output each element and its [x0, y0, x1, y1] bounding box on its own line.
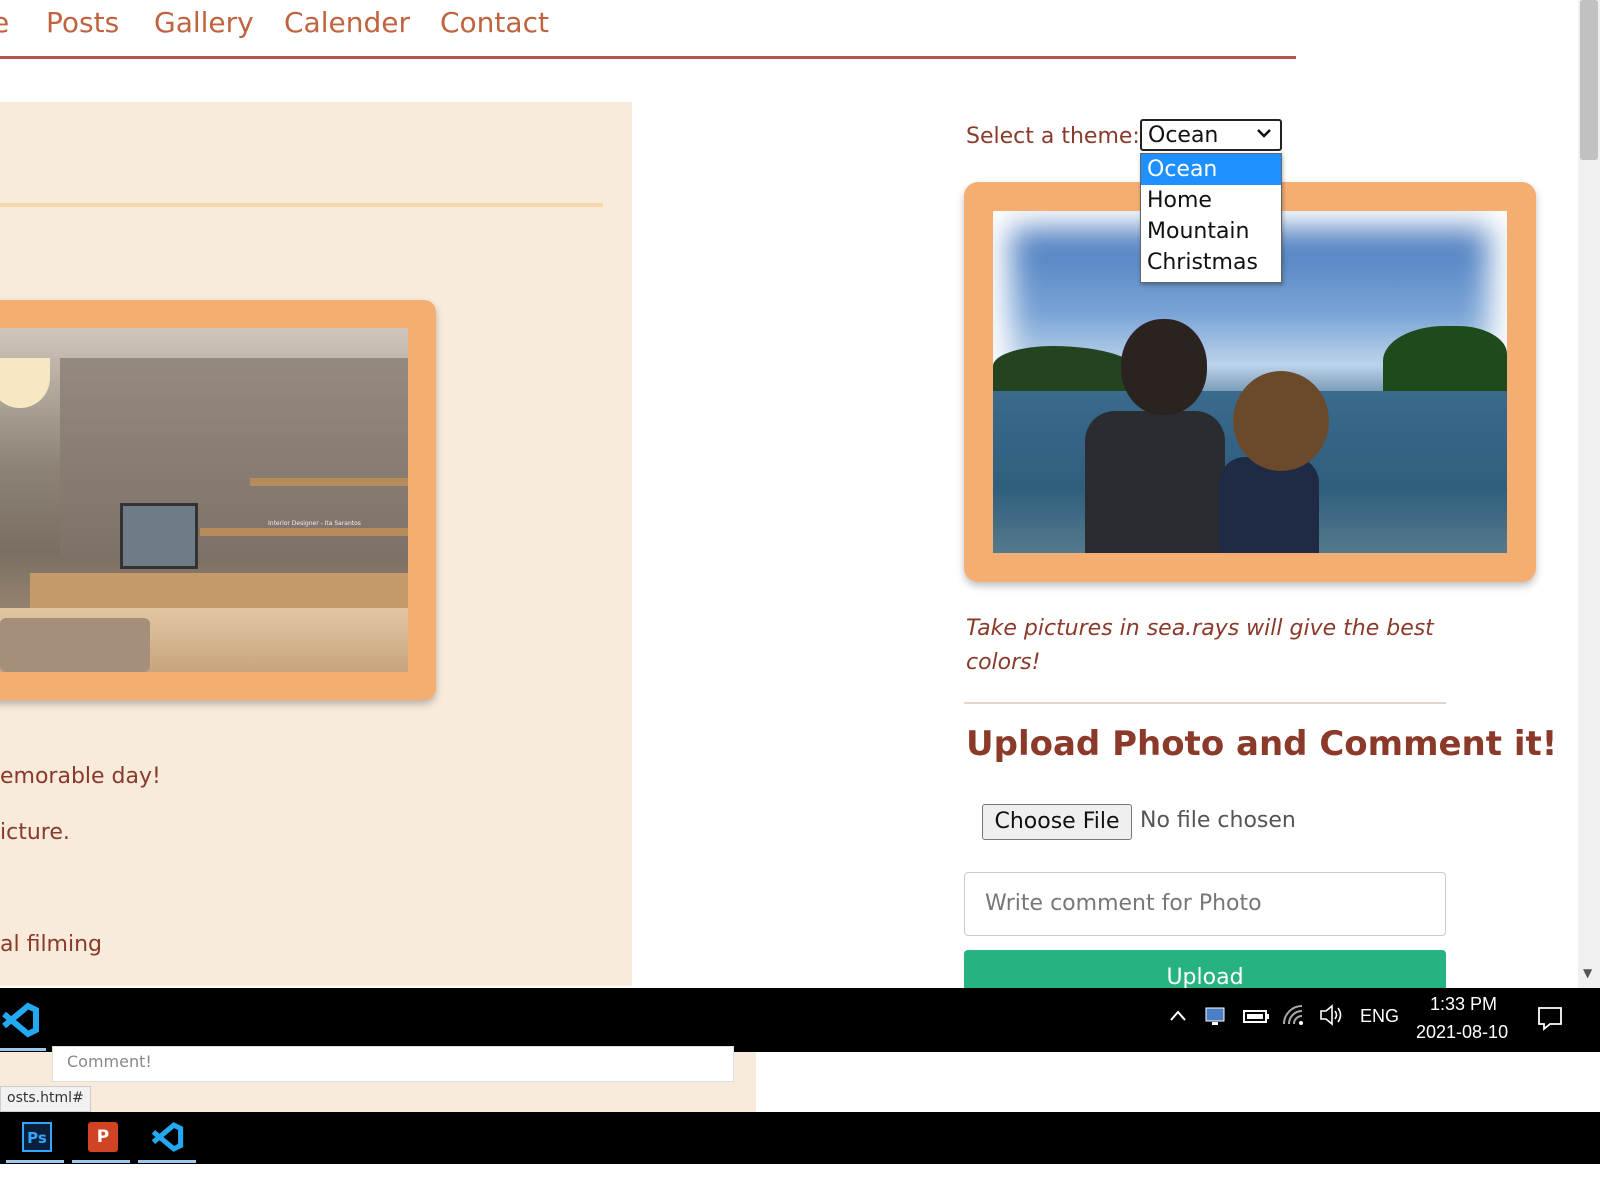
- scrollbar-thumb[interactable]: [1580, 0, 1598, 160]
- photo-overlay-text: Interior Designer - Ita Sarantos: [268, 520, 361, 527]
- photo-person-head: [1233, 371, 1329, 471]
- photoshop-icon[interactable]: Ps: [22, 1122, 52, 1152]
- photo-caption: Take pictures in sea.rays will give the …: [966, 616, 1434, 675]
- theme-option-home[interactable]: Home: [1141, 185, 1281, 216]
- theme-select-value: Ocean: [1148, 123, 1219, 148]
- comment-field[interactable]: Comment!: [52, 1046, 734, 1082]
- choose-file-button[interactable]: Choose File: [982, 804, 1132, 840]
- nav-contact-link[interactable]: Contact: [440, 6, 549, 39]
- notification-icon[interactable]: [1536, 1004, 1564, 1037]
- photo-trees: [1383, 326, 1507, 396]
- volume-icon[interactable]: [1318, 1002, 1344, 1033]
- upload-title: Upload Photo and Comment it!: [966, 724, 1558, 764]
- language-indicator[interactable]: ENG: [1360, 1006, 1399, 1027]
- theme-option-ocean[interactable]: Ocean: [1141, 154, 1281, 185]
- chevron-up-icon[interactable]: [1168, 1006, 1188, 1031]
- post-text-line: emorable day!: [0, 764, 161, 789]
- room-shelf: [250, 478, 408, 486]
- post-text-line: icture.: [0, 820, 70, 845]
- vscode-icon[interactable]: [150, 1120, 184, 1158]
- active-app-indicator: [72, 1160, 130, 1163]
- photo-person-head: [1121, 319, 1207, 415]
- nav-gallery-link[interactable]: Gallery: [154, 6, 254, 39]
- clock-time[interactable]: 1:33 PM: [1430, 994, 1497, 1015]
- nav-divider: [0, 56, 1296, 59]
- room-shelf: [200, 528, 408, 536]
- theme-label: Select a theme:: [966, 124, 1140, 149]
- room-tv: [120, 503, 198, 569]
- clock-date[interactable]: 2021-08-10: [1416, 1022, 1508, 1043]
- active-app-indicator: [6, 1160, 64, 1163]
- theme-dropdown-list: Ocean Home Mountain Christmas: [1140, 153, 1282, 283]
- wifi-icon[interactable]: [1280, 1002, 1306, 1033]
- post-divider: [0, 203, 603, 207]
- comment-input[interactable]: Write comment for Photo: [964, 872, 1446, 936]
- network-icon[interactable]: [1204, 1004, 1228, 1033]
- status-bar-url: osts.html#: [0, 1086, 91, 1112]
- post-photo[interactable]: Interior Designer - Ita Sarantos: [0, 328, 408, 672]
- vscode-icon[interactable]: [0, 1000, 40, 1050]
- active-app-indicator: [138, 1160, 196, 1163]
- battery-icon[interactable]: [1242, 1004, 1270, 1033]
- photo-person: [1219, 457, 1319, 553]
- powerpoint-icon[interactable]: P: [88, 1122, 118, 1152]
- taskbar: ENG 1:33 PM 2021-08-10: [0, 988, 1600, 1052]
- active-app-indicator: [0, 1048, 46, 1051]
- theme-select[interactable]: Ocean: [1140, 119, 1282, 151]
- nav-calender-link[interactable]: Calender: [284, 6, 410, 39]
- room-lamp: [0, 358, 50, 408]
- theme-option-mountain[interactable]: Mountain: [1141, 216, 1281, 247]
- nav-home-link[interactable]: e: [0, 6, 9, 39]
- nav-posts-link[interactable]: Posts: [46, 6, 119, 39]
- section-divider: [964, 702, 1446, 704]
- chevron-down-icon: [1256, 125, 1272, 145]
- post-text-line: al filming: [0, 932, 103, 957]
- scroll-down-icon[interactable]: ▼: [1583, 966, 1592, 980]
- theme-option-christmas[interactable]: Christmas: [1141, 247, 1281, 278]
- taskbar-secondary: [0, 1112, 1600, 1164]
- room-sofa: [0, 618, 150, 672]
- photo-person: [1085, 411, 1225, 553]
- upload-button[interactable]: Upload: [964, 950, 1446, 990]
- file-status: No file chosen: [1140, 808, 1296, 833]
